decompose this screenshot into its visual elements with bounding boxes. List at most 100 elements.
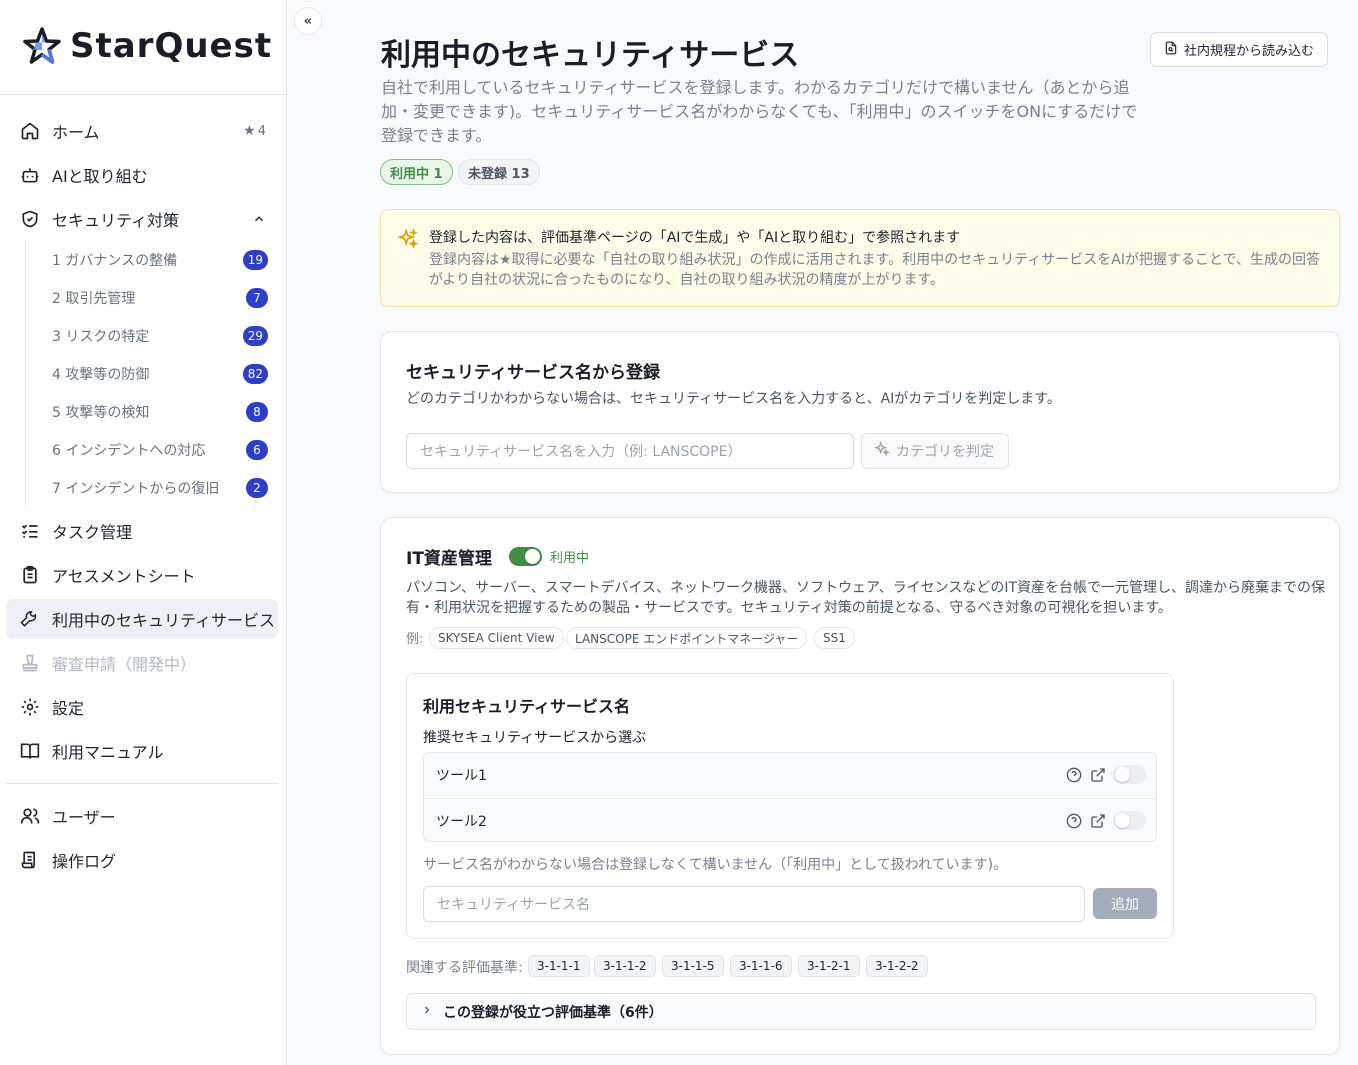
judge-category-button[interactable]: カテゴリを判定: [861, 433, 1009, 469]
sidebar-subitem-risk[interactable]: 3 リスクの特定 29: [52, 321, 268, 351]
sidebar-item-security-services[interactable]: 利用中のセキュリティサービス: [6, 599, 278, 639]
sidebar-subitem-response[interactable]: 6 インシデントへの対応 6: [52, 435, 268, 465]
count-badge: 82: [242, 364, 268, 384]
tool-toggle[interactable]: [1113, 811, 1146, 830]
criteria-tag[interactable]: 3-1-1-5: [662, 955, 724, 977]
page-title: 利用中のセキュリティサービス: [381, 38, 800, 73]
clipboard-icon: [20, 565, 40, 585]
sidebar-item-assessment[interactable]: アセスメントシート: [6, 555, 278, 595]
sidebar-subitem-governance[interactable]: 1 ガバナンスの整備 19: [52, 245, 268, 275]
criteria-tag[interactable]: 3-1-1-2: [594, 955, 656, 977]
app-name: StarQuest: [70, 26, 273, 66]
tool-toggle[interactable]: [1113, 765, 1146, 784]
toggle-knob: [1115, 813, 1130, 828]
sparkles-icon: [397, 228, 419, 254]
help-circle-icon[interactable]: [1066, 767, 1082, 787]
count-badge: 7: [246, 288, 268, 308]
import-from-policy-button[interactable]: 社内規程から読み込む: [1150, 32, 1329, 67]
star-logo-icon: [23, 27, 61, 64]
file-search-icon: [1164, 41, 1178, 59]
shield-check-icon: [20, 209, 40, 229]
in-use-toggle[interactable]: [509, 547, 542, 566]
sidebar-subitem-recovery[interactable]: 7 インシデントからの復旧 2: [52, 473, 268, 503]
sidebar-item-label: 操作ログ: [52, 852, 117, 871]
examples-label: 例:: [406, 632, 424, 647]
sidebar-item-ai[interactable]: AIと取り組む: [6, 155, 278, 195]
card-title: セキュリティサービス名から登録: [406, 363, 660, 383]
notice-title: 登録した内容は、評価基準ページの「AIで生成」や「AIと取り組む」で参照されます: [429, 230, 961, 246]
count-badge: 2: [246, 478, 268, 498]
service-name-input[interactable]: セキュリティサービス名を入力（例: LANSCOPE）: [406, 433, 854, 469]
robot-icon: [20, 165, 40, 185]
sidebar-item-label: ホーム: [52, 123, 100, 142]
chevrons-left-icon: «: [303, 13, 313, 29]
sidebar-item-label: AIと取り組む: [52, 167, 148, 186]
sidebar-item-settings[interactable]: 設定: [6, 687, 278, 727]
star-count: ★ 4: [243, 123, 266, 139]
category-description: パソコン、サーバー、スマートデバイス、ネットワーク機器、ソフトウェア、ライセンス…: [406, 580, 1326, 616]
collapse-sidebar-button[interactable]: «: [294, 7, 322, 35]
sidebar: StarQuest ホーム ★ 4 AIと取り組む セキュリティ対策 1 ガバナ…: [0, 0, 287, 1065]
sidebar-divider: [6, 783, 278, 784]
add-service-button[interactable]: 追加: [1093, 888, 1157, 919]
card-subtitle: どのカテゴリかわからない場合は、セキュリティサービス名を入力すると、AIがカテゴ…: [406, 391, 1061, 407]
category-title: IT資産管理: [406, 549, 492, 569]
sidebar-item-label: 利用中のセキュリティサービス: [52, 611, 276, 630]
useful-criteria-accordion[interactable]: この登録が役立つ評価基準（6件）: [406, 993, 1316, 1030]
chevron-up-icon[interactable]: [252, 212, 266, 226]
star-icon: ★: [243, 123, 256, 139]
example-tag: LANSCOPE エンドポイントマネージャー: [566, 627, 808, 649]
panel-title: 利用セキュリティサービス名: [423, 697, 631, 716]
scroll-log-icon: [20, 850, 40, 870]
sidebar-item-users[interactable]: ユーザー: [6, 796, 278, 836]
wrench-icon: [20, 609, 40, 629]
chevron-right-icon: [421, 1004, 433, 1020]
sidebar-item-label: タスク管理: [52, 523, 133, 542]
recommended-tool-list: ツール1 ツール2: [423, 752, 1157, 842]
toggle-knob: [1115, 767, 1130, 782]
example-tag: SKYSEA Client View: [429, 627, 564, 649]
criteria-tag[interactable]: 3-1-1-1: [528, 955, 590, 977]
filter-chip-unregistered[interactable]: 未登録 13: [458, 159, 540, 185]
logo[interactable]: StarQuest: [22, 26, 272, 66]
help-circle-icon[interactable]: [1066, 813, 1082, 833]
page-description: 自社で利用しているセキュリティサービスを登録します。わかるカテゴリだけで構いませ…: [381, 78, 1138, 145]
external-link-icon[interactable]: [1090, 767, 1106, 787]
info-notice: 登録した内容は、評価基準ページの「AIで生成」や「AIと取り組む」で参照されます…: [380, 209, 1340, 307]
in-use-status: 利用中: [550, 551, 590, 566]
tool-name: ツール1: [436, 768, 487, 784]
recommended-label: 推奨セキュリティサービスから選ぶ: [423, 730, 647, 746]
list-check-icon: [20, 521, 40, 541]
sidebar-divider: [0, 94, 286, 95]
category-card-it-asset: IT資産管理 利用中 パソコン、サーバー、スマートデバイス、ネットワーク機器、ソ…: [380, 517, 1340, 1055]
tool-name: ツール2: [436, 813, 487, 830]
sidebar-item-manual[interactable]: 利用マニュアル: [6, 731, 278, 771]
sidebar-item-security[interactable]: セキュリティ対策: [6, 199, 278, 239]
count-badge: 29: [242, 326, 268, 346]
tool-row: ツール1: [424, 753, 1156, 797]
unknown-name-note: サービス名がわからない場合は登録しなくて構いません（「利用中」として扱われていま…: [423, 857, 1008, 873]
sidebar-item-audit-log[interactable]: 操作ログ: [6, 840, 278, 880]
sidebar-item-label: 設定: [52, 699, 85, 718]
criteria-tag[interactable]: 3-1-2-1: [798, 955, 860, 977]
sparkles-icon: [873, 440, 890, 461]
sidebar-item-home[interactable]: ホーム ★ 4: [6, 111, 278, 151]
register-by-name-card: セキュリティサービス名から登録 どのカテゴリかわからない場合は、セキュリティサー…: [380, 331, 1340, 493]
sidebar-subitem-vendor[interactable]: 2 取引先管理 7: [52, 283, 268, 313]
sidebar-item-label: 利用マニュアル: [52, 743, 164, 762]
sidebar-item-tasks[interactable]: タスク管理: [6, 511, 278, 551]
count-badge: 6: [246, 440, 268, 460]
sidebar-item-label: ユーザー: [52, 808, 116, 827]
filter-chip-in-use[interactable]: 利用中 1: [380, 159, 453, 185]
criteria-tag[interactable]: 3-1-1-6: [730, 955, 792, 977]
toggle-knob: [525, 549, 540, 564]
sidebar-subitem-detection[interactable]: 5 攻撃等の検知 8: [52, 397, 268, 427]
notice-body: 登録内容は★取得に必要な「自社の取り組み状況」の作成に活用されます。利用中のセキ…: [429, 252, 1321, 288]
service-names-panel: 利用セキュリティサービス名 推奨セキュリティサービスから選ぶ ツール1 ツール2…: [406, 673, 1174, 939]
count-badge: 19: [242, 250, 268, 270]
sidebar-subitem-defense[interactable]: 4 攻撃等の防御 82: [52, 359, 268, 389]
external-link-icon[interactable]: [1090, 813, 1106, 833]
criteria-tag[interactable]: 3-1-2-2: [866, 955, 928, 977]
custom-service-input[interactable]: セキュリティサービス名: [423, 886, 1085, 922]
home-icon: [20, 121, 40, 141]
